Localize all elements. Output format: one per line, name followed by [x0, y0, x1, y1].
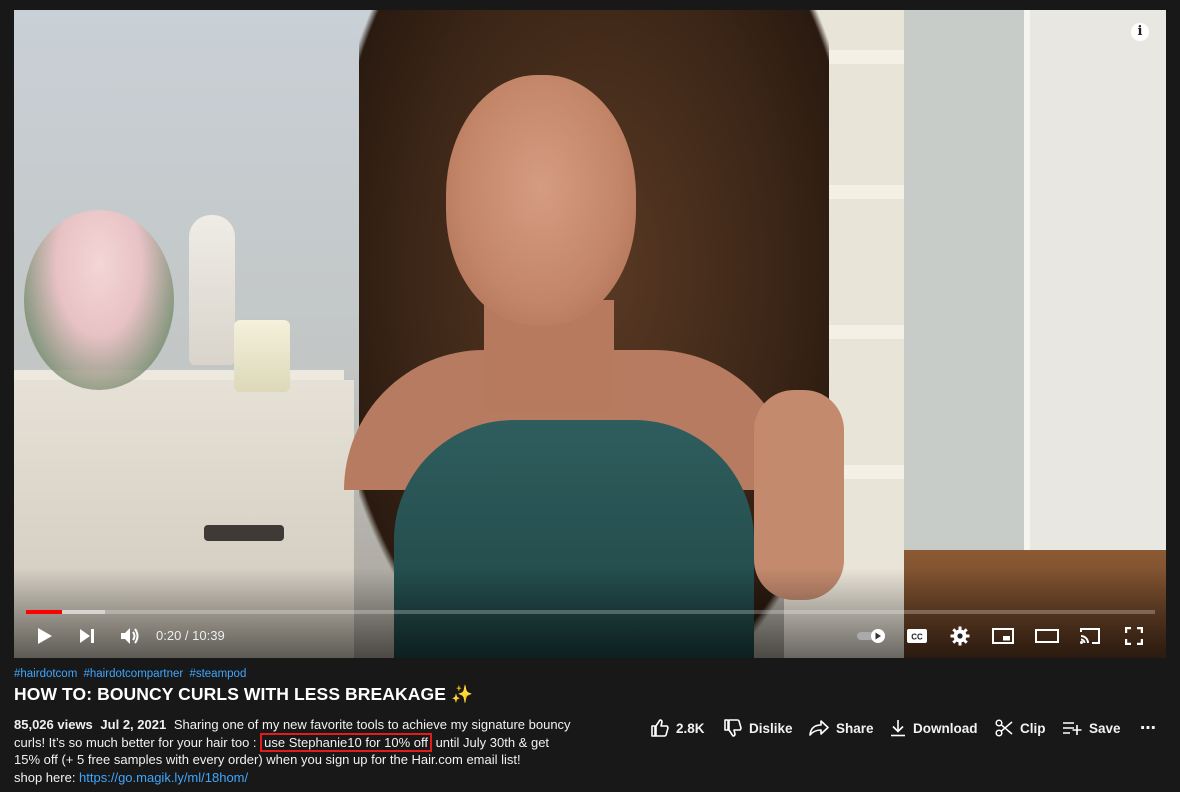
hashtag-list: #hairdotcom #hairdotcompartner #steampod: [14, 668, 249, 680]
dislike-label: Dislike: [749, 720, 793, 736]
share-icon: [809, 720, 829, 736]
save-button[interactable]: Save: [1062, 716, 1121, 740]
video-frame: [14, 10, 1166, 658]
next-button[interactable]: [78, 624, 96, 648]
progress-played: [26, 610, 63, 614]
cast-icon: [1080, 628, 1100, 644]
captions-button[interactable]: CC: [906, 624, 928, 648]
save-label: Save: [1089, 720, 1121, 736]
shop-label: shop here:: [14, 769, 80, 785]
thumbs-up-icon: [651, 719, 669, 737]
share-button[interactable]: Share: [809, 716, 874, 740]
download-icon: [891, 720, 905, 737]
volume-icon: [121, 628, 139, 644]
theater-icon: [1035, 629, 1059, 643]
like-button[interactable]: 2.8K: [651, 716, 705, 740]
shop-link[interactable]: https://go.magik.ly/ml/18hom/: [79, 770, 248, 785]
fullscreen-button[interactable]: [1124, 624, 1144, 648]
action-bar: 2.8K Dislike Share Download Clip Save ⋯: [0, 716, 1180, 740]
hashtag-link[interactable]: #steampod: [189, 668, 246, 680]
time-display: 0:20 / 10:39: [156, 628, 225, 643]
settings-button[interactable]: [949, 624, 971, 648]
autoplay-toggle[interactable]: [856, 624, 888, 648]
more-icon: ⋯: [1140, 720, 1156, 737]
miniplayer-icon: [992, 628, 1014, 644]
scissors-icon: [995, 719, 1013, 737]
next-icon: [80, 629, 94, 643]
autoplay-toggle-icon: [857, 629, 885, 643]
hashtag-link[interactable]: #hairdotcom: [14, 668, 77, 680]
dislike-button[interactable]: Dislike: [724, 716, 793, 740]
more-actions-button[interactable]: ⋯: [1140, 716, 1156, 740]
like-count: 2.8K: [676, 720, 705, 736]
captions-icon: CC: [907, 629, 927, 643]
video-player[interactable]: i 0:20 / 10:39 CC: [14, 10, 1166, 658]
fullscreen-icon: [1125, 627, 1143, 645]
hashtag-link[interactable]: #hairdotcompartner: [84, 668, 184, 680]
gear-icon: [950, 626, 970, 646]
cast-button[interactable]: [1078, 624, 1102, 648]
share-label: Share: [836, 720, 874, 736]
play-button[interactable]: [36, 624, 54, 648]
theater-mode-button[interactable]: [1035, 624, 1059, 648]
playlist-add-icon: [1063, 722, 1082, 735]
miniplayer-button[interactable]: [992, 624, 1014, 648]
info-icon[interactable]: i: [1131, 23, 1149, 41]
clip-label: Clip: [1020, 720, 1046, 736]
download-button[interactable]: Download: [890, 716, 978, 740]
play-icon: [38, 628, 52, 644]
thumbs-down-icon: [724, 719, 742, 737]
volume-button[interactable]: [119, 624, 141, 648]
download-label: Download: [913, 720, 978, 736]
clip-button[interactable]: Clip: [995, 716, 1046, 740]
progress-bar[interactable]: [26, 610, 1155, 614]
svg-text:CC: CC: [911, 633, 923, 642]
video-title: HOW TO: BOUNCY CURLS WITH LESS BREAKAGE …: [14, 684, 473, 704]
